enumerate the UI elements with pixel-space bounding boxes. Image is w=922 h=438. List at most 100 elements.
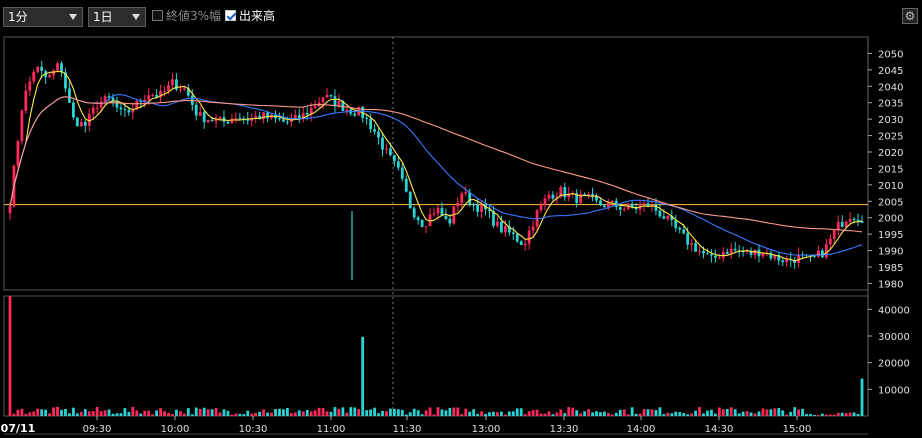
volume-bar [428, 407, 432, 416]
candle-body [456, 202, 460, 207]
time-tick-label: 10:30 [239, 424, 268, 435]
volume-bar [250, 413, 254, 416]
candle-body [690, 243, 694, 245]
volume-bar [496, 412, 499, 416]
candle-body [713, 255, 717, 258]
volume-bar [111, 413, 115, 416]
volume-bar [119, 413, 123, 416]
volume-bar [178, 411, 182, 416]
candle-body [171, 79, 174, 86]
price-tick-label: 1980 [878, 279, 903, 290]
candle-body [717, 257, 721, 259]
price-tick-label: 2010 [878, 181, 903, 192]
volume-bar [412, 408, 416, 416]
volume-bar [436, 407, 440, 416]
candle-body [848, 219, 852, 222]
volume-bar [820, 413, 824, 416]
candle-body [95, 107, 99, 109]
volume-bar [258, 411, 262, 416]
ma-mid-line [9, 94, 863, 256]
volume-bar [349, 407, 353, 416]
volume-bar [488, 412, 491, 416]
volume-bar [674, 411, 678, 416]
volume-bar [404, 414, 408, 416]
candle-body [127, 109, 131, 113]
price-tick-label: 1990 [878, 247, 903, 258]
candle-body [797, 254, 801, 263]
candle-body [16, 141, 20, 166]
volume-bar [706, 410, 709, 416]
volume-bar [147, 410, 151, 416]
volume-bar [686, 414, 690, 416]
volume-panel [3, 295, 869, 417]
candle-body [603, 205, 606, 208]
volume-bar [28, 412, 32, 416]
candle-body [396, 161, 400, 168]
volume-bar [365, 410, 369, 416]
volume-bar [91, 410, 95, 416]
volume-bar [266, 412, 269, 416]
volume-bar [408, 412, 412, 416]
volume-bar [317, 407, 321, 416]
volume-bar [341, 407, 345, 416]
candle-body [781, 260, 785, 263]
candle-body [563, 187, 567, 198]
candle-body [365, 117, 369, 119]
volume-bar [694, 410, 697, 416]
candle-body [694, 243, 697, 252]
volume-bar [127, 411, 131, 416]
candle-body [503, 226, 507, 233]
candle-body [234, 118, 238, 120]
volume-bar [71, 407, 75, 416]
candle-body [377, 131, 380, 138]
volume-bar [662, 414, 666, 416]
volume-bar [710, 409, 713, 416]
volume-bar [151, 414, 155, 416]
candle-body [464, 192, 468, 194]
candle-body [840, 222, 844, 227]
candle-body [103, 96, 107, 102]
volume-bar [167, 412, 170, 416]
volume-bar [793, 407, 797, 416]
candle-body [856, 219, 860, 222]
volume-bar [369, 409, 373, 416]
candle-body [385, 148, 388, 150]
volume-bar [32, 411, 36, 416]
volume-bar [361, 336, 365, 416]
volume-bar [246, 410, 250, 416]
candle-body [852, 219, 856, 221]
volume-bar [123, 408, 127, 416]
volume-bar [56, 406, 59, 416]
candle-body [75, 117, 79, 127]
candle-body [476, 204, 480, 212]
candle-body [710, 254, 713, 256]
volume-bar [8, 296, 12, 416]
candle-body [499, 221, 503, 233]
volume-bar [262, 409, 266, 416]
time-tick-label: 09:30 [83, 424, 112, 435]
volume-bar [813, 414, 816, 416]
volume-bar [698, 407, 701, 416]
candle-body [543, 198, 547, 205]
candle-body [392, 155, 396, 162]
volume-bar [539, 413, 543, 416]
volume-bar [801, 408, 804, 416]
volume-bar [274, 409, 277, 416]
price-tick-label: 2005 [878, 197, 903, 208]
volume-bar [499, 411, 503, 416]
candle-body [412, 208, 416, 218]
volume-bar [805, 413, 808, 416]
candle-body [198, 112, 202, 116]
candle-body [547, 194, 551, 199]
volume-bar [729, 407, 733, 416]
price-tick-label: 2045 [878, 66, 903, 77]
price-tick-label: 2020 [878, 148, 903, 159]
candle-body [305, 112, 309, 115]
volume-bar [852, 412, 856, 416]
candle-body [119, 107, 123, 110]
volume-bar [12, 413, 16, 416]
time-tick-label: 15:00 [783, 424, 812, 435]
volume-bar [721, 409, 725, 416]
volume-bar [392, 408, 396, 416]
candle-body [460, 193, 464, 203]
